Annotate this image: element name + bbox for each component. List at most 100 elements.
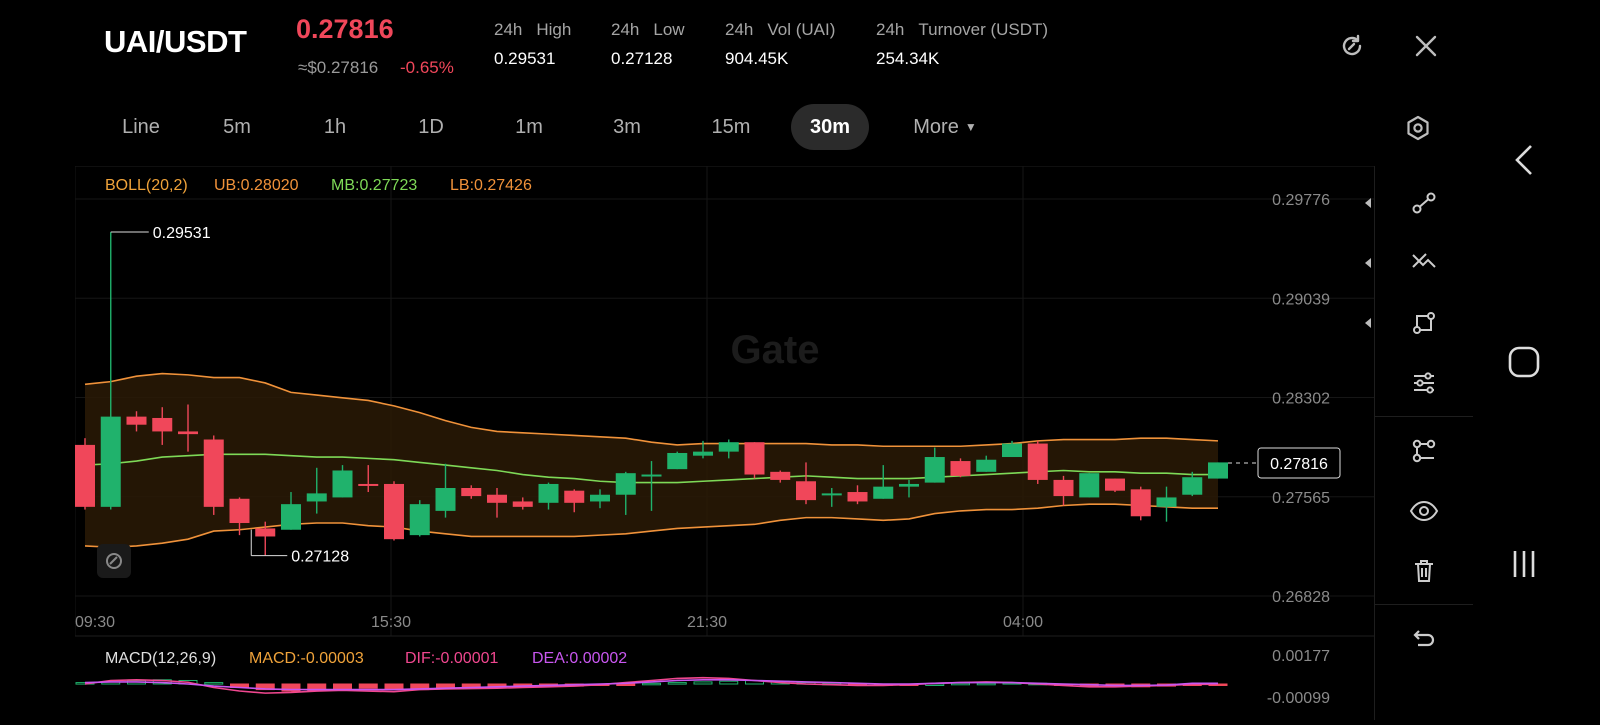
expand-arrow-icon	[1365, 198, 1371, 208]
candle-down	[847, 492, 868, 502]
low-marker-label: 0.27128	[291, 549, 349, 566]
macd-tick-label: -0.00099	[1267, 690, 1330, 707]
refresh-button[interactable]	[1334, 28, 1370, 64]
candle-up	[435, 487, 456, 511]
tab-1m[interactable]: 1m	[479, 104, 579, 150]
home-square-icon	[1508, 346, 1540, 378]
more-label: More	[913, 115, 959, 138]
candlestick-chart[interactable]: Gate 0.29776 0.29039 0.28302 0.27565 0.26828…	[74, 165, 1375, 720]
multi-line-icon	[1412, 253, 1436, 268]
timeframe-bar: Line 5m 1h 1D 1m 3m 15m 30m More ▼	[95, 103, 999, 151]
candle-up	[409, 504, 430, 536]
time-tick-label: 09:30	[75, 614, 115, 631]
chart-area[interactable]: Gate 0.29776 0.29039 0.28302 0.27565 0.26828…	[74, 165, 1471, 720]
recents-nav-button[interactable]	[1506, 546, 1542, 582]
candle-up	[693, 451, 713, 456]
close-icon	[1415, 35, 1437, 57]
chart-settings-button[interactable]	[1400, 110, 1436, 146]
candle-down	[178, 431, 198, 435]
candle-down	[1105, 478, 1125, 491]
drawing-mode-button[interactable]	[97, 544, 131, 578]
back-chevron-icon	[1515, 145, 1532, 175]
candle-up	[615, 473, 636, 495]
boll-mb: MB:0.27723	[331, 177, 417, 194]
price-tick-label: 0.29776	[1272, 192, 1330, 209]
candle-up	[976, 459, 997, 472]
trend-line-icon	[1412, 192, 1436, 214]
visibility-tool[interactable]	[1375, 486, 1473, 536]
price-tick-label: 0.27565	[1272, 490, 1330, 507]
price-tick-label: 0.29039	[1272, 291, 1330, 308]
boll-ub: UB:0.28020	[214, 177, 299, 194]
last-price: 0.27816	[296, 14, 394, 44]
stat-low-label: 24h Low	[611, 20, 685, 39]
stat-high-value: 0.29531	[494, 49, 556, 68]
trend-line-tool[interactable]	[1365, 178, 1473, 228]
tab-15m[interactable]: 15m	[675, 104, 787, 150]
price-tick-label: 0.28302	[1272, 391, 1330, 408]
macd-value: MACD:-0.00003	[249, 650, 364, 667]
boll-lb: LB:0.27426	[450, 177, 532, 194]
tab-3m[interactable]: 3m	[579, 104, 675, 150]
tab-30m[interactable]: 30m	[791, 104, 869, 150]
shape-icon	[1413, 312, 1435, 334]
candle-up	[641, 474, 662, 477]
tab-1h[interactable]: 1h	[287, 104, 383, 150]
stat-high-label: 24h High	[494, 20, 572, 39]
multi-line-tool[interactable]	[1365, 238, 1473, 288]
candle-down	[770, 471, 791, 480]
candle-down	[358, 483, 379, 486]
candle-up	[924, 457, 945, 483]
trash-icon	[1415, 560, 1433, 582]
candle-down	[1027, 443, 1048, 480]
candle-up	[306, 493, 327, 502]
candle-up	[538, 483, 559, 503]
time-tick-label: 04:00	[1003, 614, 1043, 631]
system-navigation-bar	[1500, 0, 1600, 720]
macd-dif: DIF:-0.00001	[405, 650, 498, 667]
stat-turnover-label: 24h Turnover (USDT)	[876, 20, 1049, 39]
stat-vol-label: 24h Vol (UAI)	[725, 20, 836, 39]
macd-bar-down	[358, 683, 378, 689]
macd-tick-label: 0.00177	[1272, 648, 1330, 665]
tab-more[interactable]: More ▼	[891, 104, 999, 150]
close-button[interactable]	[1408, 28, 1444, 64]
candle-up	[899, 483, 919, 487]
candle-up	[1182, 477, 1203, 495]
tab-5m[interactable]: 5m	[187, 104, 287, 150]
candle-down	[744, 442, 765, 475]
candle-down	[255, 528, 276, 537]
candle-down	[461, 487, 482, 497]
compare-tool[interactable]	[1375, 426, 1473, 476]
tab-1d[interactable]: 1D	[383, 104, 479, 150]
home-nav-button[interactable]	[1504, 340, 1544, 384]
candle-down	[1053, 479, 1074, 497]
candle-up	[1156, 497, 1177, 507]
candle-down	[512, 501, 533, 507]
shape-tool[interactable]	[1365, 298, 1473, 348]
candle-down	[487, 494, 507, 503]
candle-down	[796, 481, 816, 501]
candle-up	[1208, 462, 1228, 479]
expand-arrow-icon	[1365, 258, 1371, 268]
indicator-settings-icon	[1414, 372, 1434, 394]
candle-down	[126, 416, 147, 425]
candle-up	[100, 416, 121, 507]
candle-up	[332, 470, 353, 498]
brush-icon	[106, 553, 122, 569]
undo-tool[interactable]	[1375, 614, 1473, 664]
candle-down	[564, 490, 585, 503]
candle-down	[384, 483, 404, 540]
eye-icon	[1409, 500, 1439, 522]
price-usd: ≈$0.27816	[298, 58, 379, 77]
drawing-tools-rail	[1365, 166, 1473, 720]
undo-icon	[1413, 630, 1435, 647]
change-percent: -0.65%	[400, 58, 454, 77]
indicator-settings-tool[interactable]	[1375, 358, 1473, 408]
delete-tool[interactable]	[1375, 546, 1473, 596]
candle-up	[718, 442, 739, 452]
settings-hexagon-icon	[1407, 115, 1429, 141]
macd-label: MACD(12,26,9)	[105, 650, 216, 667]
tab-line[interactable]: Line	[95, 104, 187, 150]
back-nav-button[interactable]	[1506, 140, 1542, 180]
